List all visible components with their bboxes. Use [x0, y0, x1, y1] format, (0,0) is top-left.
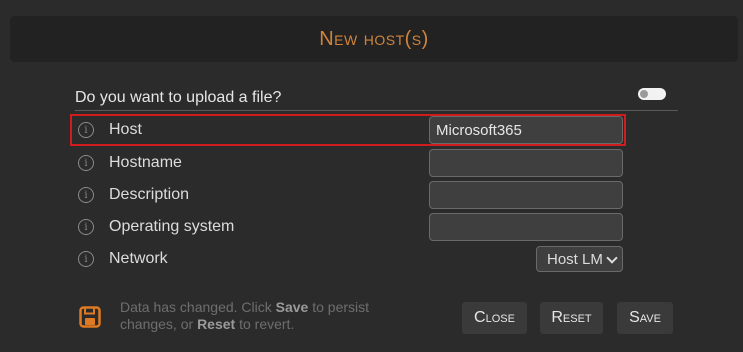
new-host-dialog: New host(s) Do you want to upload a file…	[0, 0, 743, 352]
operating-system-label: Operating system	[109, 218, 235, 235]
upload-file-row: Do you want to upload a file?	[75, 84, 678, 111]
save-button[interactable]: Save	[617, 302, 673, 334]
description-label: Description	[109, 186, 190, 203]
description-input[interactable]	[429, 181, 623, 209]
status-text-part: Data has changed. Click	[120, 299, 276, 315]
hostname-input[interactable]	[429, 149, 623, 177]
close-button[interactable]: Close	[462, 302, 527, 334]
info-icon[interactable]: i	[78, 219, 94, 235]
info-icon[interactable]: i	[78, 251, 94, 267]
dialog-header: New host(s)	[10, 16, 738, 62]
hostname-row: i Hostname	[70, 147, 626, 179]
network-select[interactable]: Host LM	[536, 246, 623, 272]
host-row: i Host	[70, 114, 626, 146]
info-icon[interactable]: i	[78, 155, 94, 171]
status-text-part: to revert.	[235, 316, 295, 332]
upload-file-label: Do you want to upload a file?	[75, 89, 282, 106]
host-label: Host	[109, 121, 142, 138]
upload-file-toggle[interactable]	[638, 88, 666, 100]
network-label: Network	[109, 250, 168, 267]
operating-system-row: i Operating system	[70, 211, 626, 243]
reset-button[interactable]: Reset	[540, 302, 603, 334]
host-input[interactable]	[429, 116, 623, 144]
info-icon[interactable]: i	[78, 187, 94, 203]
hostname-label: Hostname	[109, 154, 182, 171]
chevron-down-icon	[606, 252, 618, 264]
dialog-title: New host(s)	[319, 27, 429, 50]
floppy-save-icon	[79, 306, 101, 328]
network-selected-value: Host LM	[547, 250, 603, 268]
info-icon[interactable]: i	[78, 122, 94, 138]
operating-system-input[interactable]	[429, 213, 623, 241]
status-save-word: Save	[275, 299, 309, 315]
toggle-knob	[640, 90, 648, 98]
status-reset-word: Reset	[197, 316, 236, 332]
description-row: i Description	[70, 179, 626, 211]
unsaved-changes-message: Data has changed. Click Save to persist …	[120, 299, 420, 333]
network-row: i Network Host LM	[70, 243, 626, 275]
